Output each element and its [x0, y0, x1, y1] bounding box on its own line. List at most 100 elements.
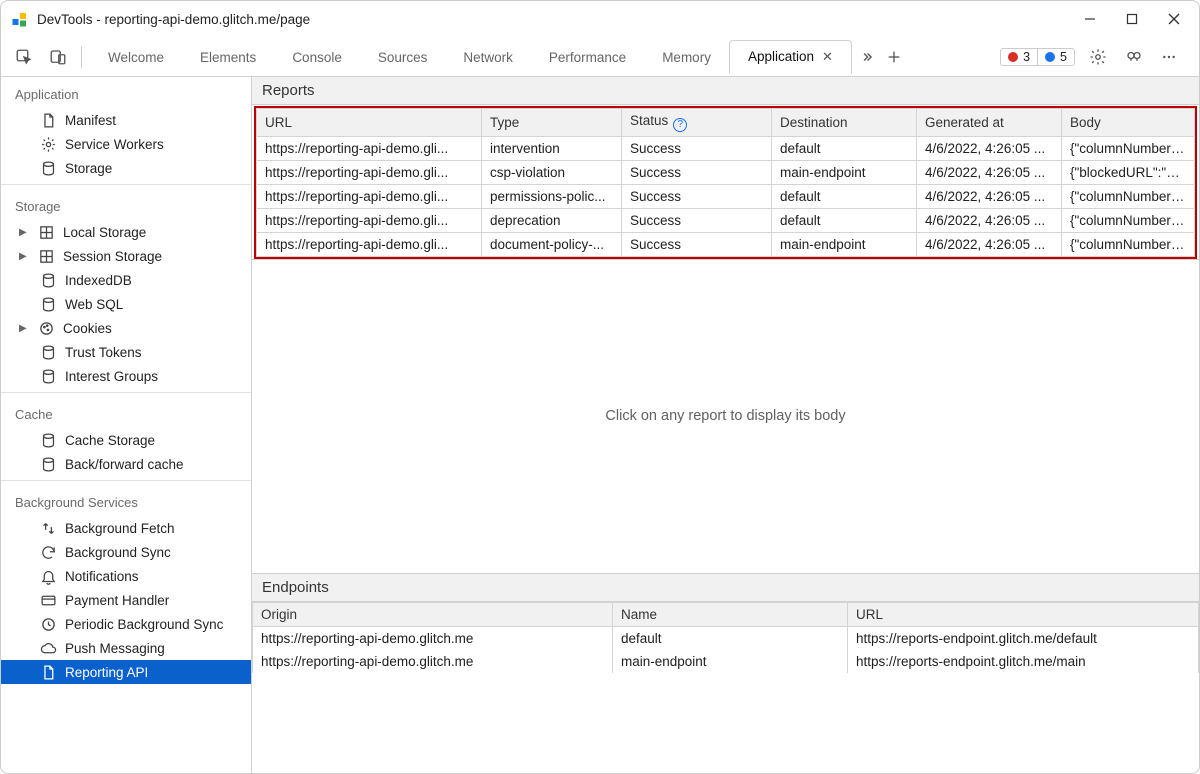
tab-network[interactable]: Network — [445, 42, 531, 73]
sidebar-item-interest-groups[interactable]: Interest Groups — [1, 364, 251, 388]
sidebar-item-label: Service Workers — [65, 137, 164, 152]
sidebar-item-label: IndexedDB — [65, 273, 132, 288]
sidebar-item-background-sync[interactable]: Background Sync — [1, 540, 251, 564]
tab-application[interactable]: Application✕ — [729, 40, 852, 74]
endpoints-panel: Endpoints OriginNameURL https://reportin… — [252, 574, 1199, 773]
sidebar-item-local-storage[interactable]: ▶Local Storage — [1, 220, 251, 244]
sidebar-item-background-fetch[interactable]: Background Fetch — [1, 516, 251, 540]
endpoints-col-origin[interactable]: Origin — [253, 603, 613, 627]
sidebar-item-cache-storage[interactable]: Cache Storage — [1, 428, 251, 452]
sidebar-item-manifest[interactable]: Manifest — [1, 108, 251, 132]
sidebar-item-label: Back/forward cache — [65, 457, 184, 472]
endpoints-col-name[interactable]: Name — [613, 603, 848, 627]
chevron-right-icon: ▶ — [19, 251, 29, 262]
sidebar-item-web-sql[interactable]: Web SQL — [1, 292, 251, 316]
gear-icon — [39, 135, 57, 153]
endpoints-col-url[interactable]: URL — [848, 603, 1199, 627]
db-icon — [39, 455, 57, 473]
sidebar-item-push-messaging[interactable]: Push Messaging — [1, 636, 251, 660]
close-tab-icon[interactable]: ✕ — [822, 49, 833, 64]
cell-status: Success — [622, 232, 772, 256]
devtools-icon — [11, 10, 29, 28]
sidebar-item-session-storage[interactable]: ▶ Session Storage — [1, 244, 251, 268]
sidebar-item-label: Interest Groups — [65, 369, 158, 384]
sidebar-section-title: Application — [1, 77, 251, 108]
error-counter[interactable]: 3 — [1000, 48, 1037, 66]
cell-dest: default — [772, 136, 917, 160]
reports-col-type[interactable]: Type — [482, 109, 622, 137]
sidebar-item-storage[interactable]: Storage — [1, 156, 251, 180]
sidebar-item-label: Background Sync — [65, 545, 171, 560]
reports-col-status[interactable]: Status? — [622, 109, 772, 137]
endpoints-row[interactable]: https://reporting-api-demo.glitch.memain… — [253, 650, 1199, 673]
sidebar-item-label: Manifest — [65, 113, 116, 128]
info-dot-icon — [1045, 52, 1055, 62]
sidebar-item-notifications[interactable]: Notifications — [1, 564, 251, 588]
tab-memory[interactable]: Memory — [644, 42, 729, 73]
sidebar-item-service-workers[interactable]: Service Workers — [1, 132, 251, 156]
sidebar-item-cookies[interactable]: ▶Cookies — [1, 316, 251, 340]
report-preview-hint: Click on any report to display its body — [252, 259, 1199, 575]
sidebar-item-back-forward-cache[interactable]: Back/forward cache — [1, 452, 251, 476]
cell-name: default — [613, 627, 848, 651]
file-icon — [39, 111, 57, 129]
cell-url: https://reports-endpoint.glitch.me/main — [848, 650, 1199, 673]
tab-sources[interactable]: Sources — [360, 42, 446, 73]
sidebar-item-trust-tokens[interactable]: Trust Tokens — [1, 340, 251, 364]
sidebar-item-label: Session Storage — [63, 249, 162, 264]
feedback-icon[interactable] — [1121, 44, 1147, 70]
tab-elements[interactable]: Elements — [182, 42, 274, 73]
tab-welcome[interactable]: Welcome — [90, 42, 182, 73]
db-icon — [39, 271, 57, 289]
info-counter[interactable]: 5 — [1037, 48, 1075, 66]
cell-status: Success — [622, 160, 772, 184]
cell-name: main-endpoint — [613, 650, 848, 673]
sidebar-item-reporting-api[interactable]: Reporting API — [1, 660, 251, 684]
reports-col-destination[interactable]: Destination — [772, 109, 917, 137]
reports-row[interactable]: https://reporting-api-demo.gli...csp-vio… — [257, 160, 1195, 184]
sidebar-item-periodic-background-sync[interactable]: Periodic Background Sync — [1, 612, 251, 636]
cell-url: https://reporting-api-demo.gli... — [257, 232, 482, 256]
inspect-icon[interactable] — [9, 44, 39, 70]
cell-body: {"columnNumber"... — [1062, 208, 1195, 232]
more-tabs-icon[interactable] — [856, 46, 878, 68]
reports-row[interactable]: https://reporting-api-demo.gli...documen… — [257, 232, 1195, 256]
error-dot-icon — [1008, 52, 1018, 62]
tab-performance[interactable]: Performance — [531, 42, 644, 73]
cell-status: Success — [622, 136, 772, 160]
minimize-button[interactable] — [1083, 13, 1097, 25]
cell-origin: https://reporting-api-demo.glitch.me — [253, 650, 613, 673]
reports-table: URLTypeStatus?DestinationGenerated atBod… — [256, 108, 1195, 257]
grid-icon — [37, 247, 55, 265]
clock-icon — [39, 615, 57, 633]
kebab-menu-icon[interactable] — [1157, 45, 1181, 69]
chevron-right-icon: ▶ — [19, 323, 29, 334]
cell-status: Success — [622, 184, 772, 208]
reports-row[interactable]: https://reporting-api-demo.gli...permiss… — [257, 184, 1195, 208]
settings-icon[interactable] — [1085, 44, 1111, 70]
reports-col-url[interactable]: URL — [257, 109, 482, 137]
reports-col-generated-at[interactable]: Generated at — [917, 109, 1062, 137]
db-icon — [39, 295, 57, 313]
cell-body: {"columnNumber"... — [1062, 136, 1195, 160]
reports-row[interactable]: https://reporting-api-demo.gli...depreca… — [257, 208, 1195, 232]
add-tab-icon[interactable] — [882, 45, 906, 69]
help-icon[interactable]: ? — [673, 118, 687, 132]
cell-gen: 4/6/2022, 4:26:05 ... — [917, 208, 1062, 232]
device-toggle-icon[interactable] — [43, 44, 73, 70]
reports-col-body[interactable]: Body — [1062, 109, 1195, 137]
endpoints-table: OriginNameURL https://reporting-api-demo… — [252, 602, 1199, 673]
sidebar: Application Manifest Service Workers Storag… — [1, 77, 252, 773]
cell-origin: https://reporting-api-demo.glitch.me — [253, 627, 613, 651]
tab-console[interactable]: Console — [274, 42, 360, 73]
sidebar-item-indexeddb[interactable]: IndexedDB — [1, 268, 251, 292]
cell-url: https://reporting-api-demo.gli... — [257, 208, 482, 232]
cell-dest: main-endpoint — [772, 160, 917, 184]
close-button[interactable] — [1167, 13, 1181, 25]
cell-url: https://reporting-api-demo.gli... — [257, 136, 482, 160]
sidebar-item-payment-handler[interactable]: Payment Handler — [1, 588, 251, 612]
cell-gen: 4/6/2022, 4:26:05 ... — [917, 184, 1062, 208]
maximize-button[interactable] — [1125, 13, 1139, 25]
reports-row[interactable]: https://reporting-api-demo.gli...interve… — [257, 136, 1195, 160]
endpoints-row[interactable]: https://reporting-api-demo.glitch.medefa… — [253, 627, 1199, 651]
